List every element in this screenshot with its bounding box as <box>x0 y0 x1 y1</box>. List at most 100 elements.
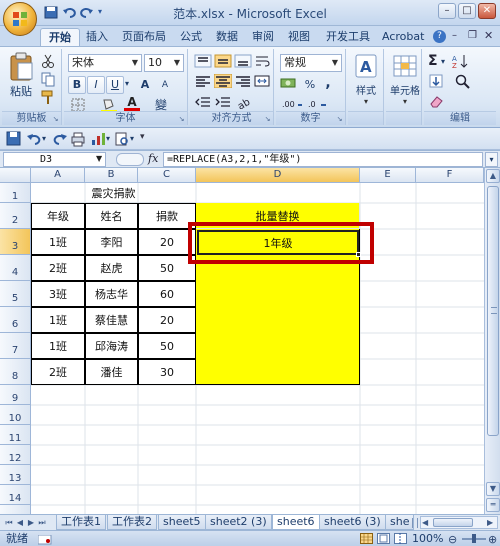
sheet-tab-3[interactable]: sheet5 <box>158 515 206 530</box>
sort-filter-icon[interactable]: AZ <box>452 53 474 72</box>
formula-input[interactable]: =REPLACE(A3,2,1,"年级") <box>163 152 483 167</box>
qat-print-icon[interactable] <box>70 131 86 150</box>
align-left-icon[interactable] <box>194 74 212 91</box>
tab-data[interactable]: 数据 <box>208 28 246 46</box>
insert-function-button[interactable]: fx <box>148 152 158 165</box>
ribbon-restore-icon[interactable]: ❐ <box>468 30 477 41</box>
sheet-tab-4[interactable]: sheet2 (3) <box>205 515 272 530</box>
decrease-indent-icon[interactable] <box>194 95 212 112</box>
cell-b3[interactable]: 李阳 <box>85 229 138 255</box>
cell-a2-header[interactable]: 年级 <box>31 203 85 229</box>
tab-formulas[interactable]: 公式 <box>172 28 210 46</box>
row-header-10[interactable]: 10 <box>0 405 31 425</box>
hscroll-thumb[interactable] <box>433 518 473 527</box>
sheet-tab-1[interactable]: 工作表1 <box>56 515 106 530</box>
format-painter-icon[interactable] <box>40 89 56 108</box>
row-header-8[interactable]: 8 <box>0 359 31 385</box>
align-center-icon[interactable] <box>213 73 233 91</box>
prev-sheet-icon[interactable]: ◀ <box>15 517 25 529</box>
number-launcher-icon[interactable]: ↘ <box>335 115 344 124</box>
page-layout-view-icon[interactable] <box>377 533 390 546</box>
cell-b5[interactable]: 杨志华 <box>85 281 138 307</box>
tab-review[interactable]: 审阅 <box>244 28 282 46</box>
cell-c8[interactable]: 30 <box>138 359 196 385</box>
qat-customize-icon[interactable]: ▾ <box>140 132 145 142</box>
tab-insert[interactable]: 插入 <box>78 28 116 46</box>
next-sheet-icon[interactable]: ▶ <box>26 517 36 529</box>
row-header-13[interactable]: 13 <box>0 465 31 485</box>
zoom-slider[interactable] <box>462 534 486 543</box>
horizontal-scrollbar[interactable]: ◀ ▶ <box>420 516 498 529</box>
sheet-tab-2[interactable]: 工作表2 <box>107 515 157 530</box>
column-header-a[interactable]: A <box>31 168 85 183</box>
expand-formula-bar-icon[interactable]: ▾ <box>485 152 498 167</box>
name-box-dropdown-icon[interactable]: ▼ <box>96 154 102 163</box>
scroll-down-icon[interactable]: ▼ <box>486 482 500 496</box>
styles-button[interactable]: A 样式 ▾ <box>350 53 382 109</box>
qat-save-icon[interactable] <box>6 131 22 150</box>
qat-chart-dropdown-icon[interactable]: ▾ <box>106 134 110 143</box>
row-header-3[interactable]: 3 <box>0 229 31 255</box>
page-break-view-icon[interactable] <box>394 533 407 546</box>
cell-b8[interactable]: 潘佳 <box>85 359 138 385</box>
shrink-font-button[interactable]: A <box>156 76 174 94</box>
percent-button[interactable]: % <box>302 76 318 94</box>
row-header-5[interactable]: 5 <box>0 281 31 307</box>
column-header-f[interactable]: F <box>416 168 484 183</box>
align-right-icon[interactable] <box>234 74 252 91</box>
currency-format-icon[interactable] <box>280 75 298 94</box>
wrap-text-icon[interactable] <box>254 54 270 71</box>
row-header-9[interactable]: 9 <box>0 385 31 405</box>
cell-c6[interactable]: 20 <box>138 307 196 333</box>
zoom-level[interactable]: 100% <box>412 531 443 546</box>
underline-button[interactable]: U <box>106 76 124 94</box>
tab-developer[interactable]: 开发工具 <box>318 28 378 46</box>
tab-page-layout[interactable]: 页面布局 <box>114 28 174 46</box>
copy-icon[interactable] <box>40 71 56 90</box>
row-header-1[interactable]: 1 <box>0 183 31 203</box>
underline-dropdown-icon[interactable]: ▾ <box>125 79 129 88</box>
cell-b2-header[interactable]: 姓名 <box>85 203 138 229</box>
row-header-11[interactable]: 11 <box>0 425 31 445</box>
column-header-e[interactable]: E <box>360 168 416 183</box>
number-format-select[interactable]: 常规 ▼ <box>280 54 342 72</box>
alignment-launcher-icon[interactable]: ↘ <box>263 115 272 124</box>
ribbon-minimize-icon[interactable]: – <box>452 30 457 41</box>
hscroll-right-icon[interactable]: ▶ <box>487 517 493 529</box>
cell-a8[interactable]: 2班 <box>31 359 85 385</box>
qat-preview-dropdown-icon[interactable]: ▾ <box>130 134 134 143</box>
align-bottom-icon[interactable] <box>234 54 252 71</box>
paste-button[interactable]: 粘贴 <box>8 52 34 98</box>
sheet-tab-5-active[interactable]: sheet6 <box>272 515 320 530</box>
row-header-15[interactable] <box>0 505 31 514</box>
autosum-icon[interactable]: Σ <box>428 53 438 69</box>
row-header-12[interactable]: 12 <box>0 445 31 465</box>
column-header-d[interactable]: D <box>196 168 360 183</box>
tab-view[interactable]: 视图 <box>280 28 318 46</box>
split-box-icon[interactable]: ═ <box>486 498 500 512</box>
maximize-button[interactable]: □ <box>458 3 476 19</box>
name-box[interactable]: D3 <box>3 152 106 167</box>
qat-undo-dropdown-icon[interactable]: ▾ <box>42 134 46 143</box>
orientation-icon[interactable]: ab <box>236 95 254 113</box>
font-name-select[interactable]: 宋体 ▼ <box>68 54 142 72</box>
merge-center-icon[interactable] <box>254 74 270 91</box>
scroll-thumb[interactable] <box>487 186 499 436</box>
zoom-out-icon[interactable]: ⊖ <box>448 532 457 546</box>
zoom-slider-thumb[interactable] <box>472 534 476 543</box>
qat-redo-icon[interactable] <box>52 131 68 150</box>
column-header-b[interactable]: B <box>85 168 138 183</box>
cell-c7[interactable]: 50 <box>138 333 196 359</box>
align-top-icon[interactable] <box>194 54 212 71</box>
cell-b6[interactable]: 蔡佳慧 <box>85 307 138 333</box>
close-button[interactable]: ✕ <box>478 3 496 19</box>
help-icon[interactable]: ? <box>433 30 446 43</box>
cell-c5[interactable]: 60 <box>138 281 196 307</box>
tab-home[interactable]: 开始 <box>40 28 80 46</box>
cell-a1-title[interactable]: 震灾捐款 <box>31 183 196 203</box>
italic-button[interactable]: I <box>87 76 105 94</box>
fill-icon[interactable] <box>428 73 444 92</box>
row-header-2[interactable]: 2 <box>0 203 31 229</box>
macro-record-icon[interactable] <box>37 534 52 546</box>
grow-font-button[interactable]: A <box>136 76 154 94</box>
